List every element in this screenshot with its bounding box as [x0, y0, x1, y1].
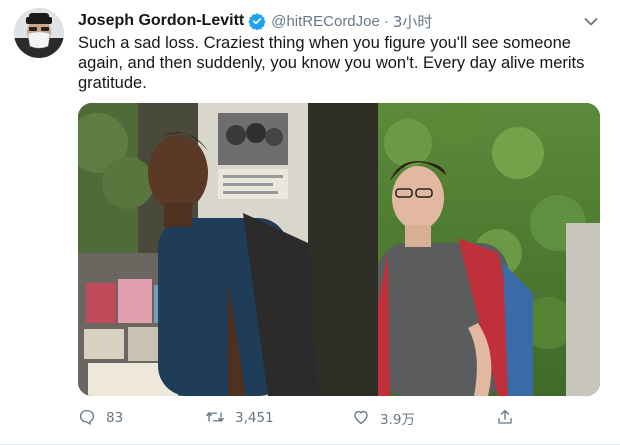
reply-icon [78, 408, 96, 429]
avatar-image [14, 8, 64, 58]
share-button[interactable] [496, 402, 514, 434]
author-name[interactable]: Joseph Gordon-Levitt [78, 12, 244, 30]
tweet-timestamp[interactable]: 3小时 [393, 11, 433, 32]
retweet-icon [205, 408, 225, 429]
tweet-header: Joseph Gordon-Levitt @hitRECordJoe · 3小时 [78, 10, 600, 32]
tweet-photo[interactable] [78, 103, 600, 396]
chevron-down-icon[interactable] [584, 14, 598, 32]
like-button[interactable]: 3.9万 [352, 402, 415, 434]
like-count: 3.9万 [380, 412, 415, 428]
tweet-actions: 83 3,451 3.9万 [78, 402, 600, 434]
share-icon [496, 408, 514, 429]
tweet-text: Such a sad loss. Craziest thing when you… [78, 34, 585, 92]
reply-count: 83 [106, 410, 124, 426]
author-handle[interactable]: @hitRECordJoe [271, 13, 380, 30]
photo-image [78, 103, 600, 396]
reply-button[interactable]: 83 [78, 402, 123, 434]
retweet-count: 3,451 [235, 410, 274, 426]
retweet-button[interactable]: 3,451 [205, 402, 274, 434]
separator-dot: · [383, 12, 389, 30]
avatar[interactable] [14, 8, 64, 58]
like-icon [352, 408, 370, 429]
tweet-card[interactable]: Joseph Gordon-Levitt @hitRECordJoe · 3小时… [0, 0, 620, 445]
verified-badge-icon [248, 12, 266, 30]
